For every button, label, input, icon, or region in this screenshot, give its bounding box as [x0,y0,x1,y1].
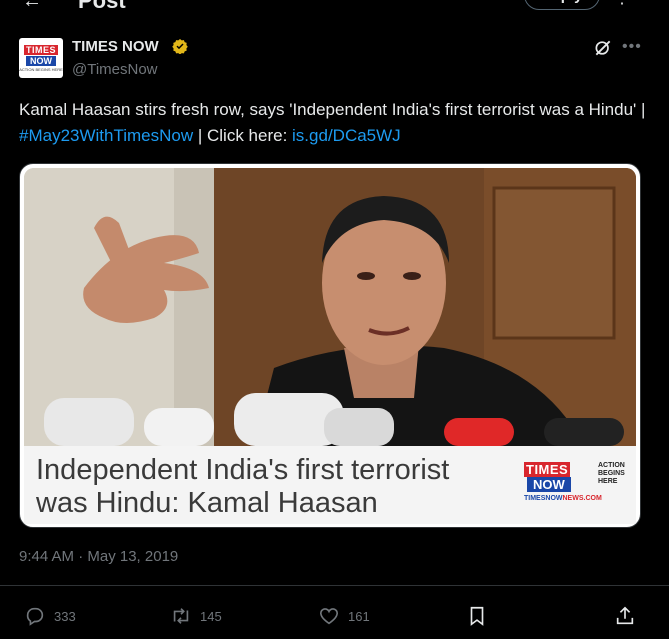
bookmark-icon [470,606,484,626]
hashtag-link[interactable]: #May23WithTimesNow [19,126,193,145]
avatar-logo-times: TIMES [23,44,58,55]
repost-action[interactable]: 145 [170,605,222,627]
logo-site: TIMESNOWNEWS.COM [524,495,602,502]
share-action[interactable] [614,605,644,627]
like-count: 161 [348,608,370,624]
author-name[interactable]: TIMES NOW [72,38,159,55]
media-image[interactable]: Independent India's first terrorist was … [19,163,641,528]
like-action[interactable]: 161 [318,605,370,627]
grok-icon[interactable] [593,38,613,58]
logo-tagline: ACTION BEGINS HERE [598,462,625,485]
media-caption: Independent India's first terrorist was … [24,446,636,524]
tweet-text-part1: Kamal Haasan stirs fresh row, says 'Inde… [19,100,646,119]
avatar-logo-tagline: ACTION BEGINS HERE [19,66,63,72]
reply-count: 333 [54,608,76,624]
like-icon [319,608,339,625]
more-icon[interactable]: ••• [622,38,642,56]
reply-icon [26,607,44,626]
avatar-logo-now: NOW [26,55,56,66]
url-link[interactable]: is.gd/DCa5WJ [292,126,401,145]
reply-action[interactable]: 333 [24,605,76,627]
photo [24,168,636,446]
caption-line-1: Independent India's first terrorist [36,454,450,486]
back-arrow-icon[interactable]: ← [22,0,42,13]
top-bar: ← Post Reply ⋮ [0,0,669,14]
tweet-text-part2: | Click here: [193,126,293,145]
logo-site-b: NEWS.COM [562,495,602,502]
reply-button[interactable]: Reply [524,0,600,10]
bookmark-action[interactable] [466,605,496,627]
page-title: Post [78,0,126,13]
author-handle[interactable]: @TimesNow [72,61,158,78]
share-icon [616,606,634,625]
tweet-text: Kamal Haasan stirs fresh row, says 'Inde… [19,97,649,149]
top-more-icon[interactable]: ⋮ [614,0,630,8]
caption-line-2: was Hindu: Kamal Haasan [36,487,378,519]
logo-times: TIMES [524,462,571,477]
times-now-logo: TIMES NOW ACTION BEGINS HERE TIMESNOWNEW… [524,462,634,512]
avatar[interactable]: TIMES NOW ACTION BEGINS HERE [19,38,63,78]
logo-now: NOW [527,477,571,492]
repost-count: 145 [200,608,222,624]
repost-icon [173,608,189,624]
caption-text: Independent India's first terrorist was … [36,454,496,520]
timestamp[interactable]: 9:44 AM · May 13, 2019 [19,548,178,565]
logo-site-a: TIMESNOW [524,495,563,502]
divider [0,585,669,586]
verified-badge-icon [172,39,188,54]
